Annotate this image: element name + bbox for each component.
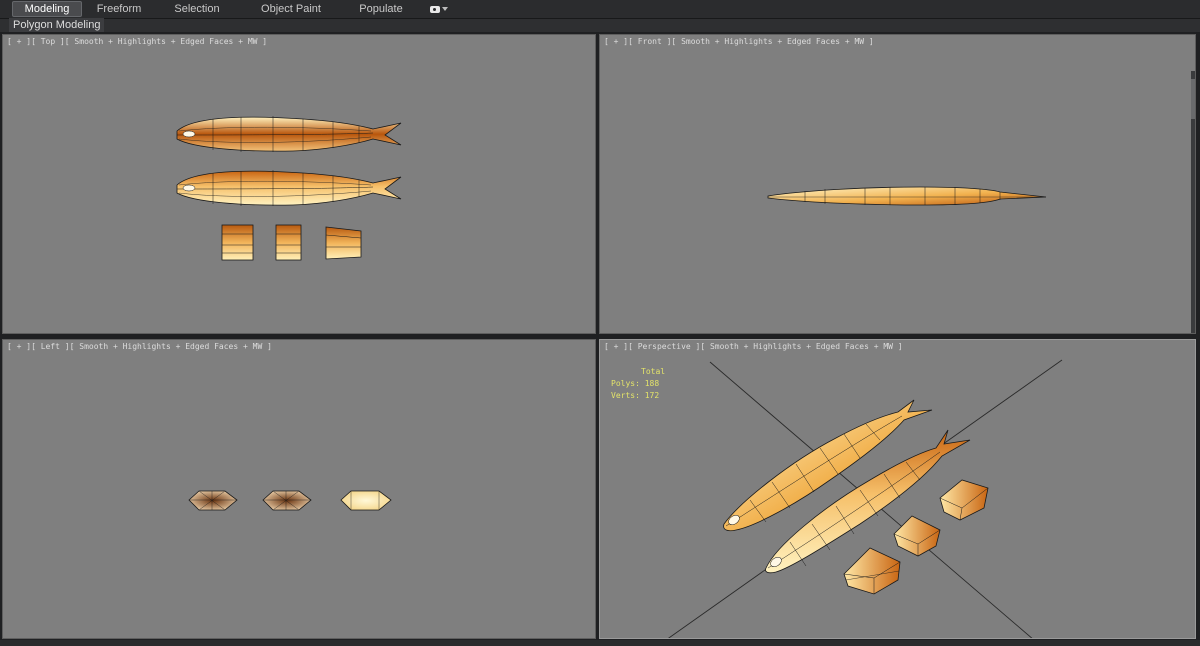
scrollbar-thumb[interactable] — [1191, 79, 1195, 119]
tab-selection[interactable]: Selection — [158, 1, 236, 17]
viewport-front[interactable]: [ + ][ Front ][ Smooth + Highlights + Ed… — [599, 34, 1196, 334]
viewport-left-canvas — [188, 490, 392, 511]
block-perspective-2 — [893, 515, 941, 557]
viewport-left[interactable]: [ + ][ Left ][ Smooth + Highlights + Edg… — [2, 339, 596, 639]
fish-mesh-1 — [176, 116, 402, 152]
viewport-top-canvas — [176, 116, 402, 261]
cross-section-3 — [340, 490, 392, 511]
block-mesh-3 — [325, 226, 362, 260]
cross-section-2 — [262, 490, 312, 511]
tab-object-paint[interactable]: Object Paint — [242, 1, 340, 17]
ribbon-tabs: Modeling Freeform Selection Object Paint… — [0, 0, 1200, 19]
tab-freeform[interactable]: Freeform — [84, 1, 154, 17]
viewport-scrollbar[interactable] — [1191, 71, 1195, 333]
viewport-perspective-canvas — [668, 359, 1063, 638]
block-perspective-3 — [843, 547, 901, 595]
tab-modeling[interactable]: Modeling — [12, 1, 82, 17]
chevron-down-icon — [442, 7, 448, 11]
viewport-top[interactable]: [ + ][ Top ][ Smooth + Highlights + Edge… — [2, 34, 596, 334]
block-mesh-2 — [275, 224, 302, 261]
camera-icon — [430, 5, 440, 13]
fish-side-mesh — [767, 186, 1047, 206]
viewport-front-canvas — [767, 186, 1047, 206]
fish-mesh-2 — [176, 170, 402, 206]
block-perspective-1 — [939, 479, 989, 521]
block-mesh-1 — [221, 224, 254, 261]
panel-label-polygon-modeling[interactable]: Polygon Modeling — [9, 18, 105, 32]
status-bar — [0, 640, 1200, 646]
tab-populate[interactable]: Populate — [346, 1, 416, 17]
viewport-perspective[interactable]: [ + ][ Perspective ][ Smooth + Highlight… — [599, 339, 1196, 639]
cross-section-1 — [188, 490, 238, 511]
ribbon-panel-bar: Polygon Modeling — [0, 18, 1200, 32]
camera-dropdown-icon[interactable] — [430, 5, 448, 13]
